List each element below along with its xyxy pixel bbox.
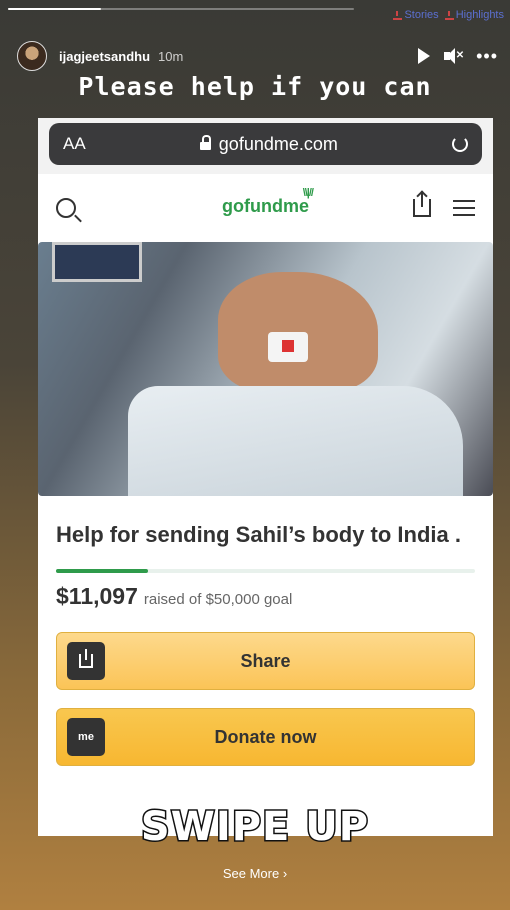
logo-spark-icon: \\|// (302, 187, 314, 199)
highlights-link[interactable]: Highlights (444, 9, 504, 21)
download-icon (444, 10, 454, 20)
text-size-button[interactable]: AA (63, 134, 86, 154)
share-icon[interactable] (413, 193, 431, 217)
story-caption: Please help if you can (78, 72, 432, 101)
story-header: ijagjeetsandhu 10m ✕ ••• (17, 40, 498, 72)
story-progress-fill (8, 8, 102, 10)
sheet-shape (128, 386, 463, 496)
goal-text: raised of $50,000 goal (143, 591, 293, 608)
goal-progress-fill (56, 569, 149, 573)
screenshot-card: AA gofundme.com gofundme \\|// Help for s… (38, 118, 493, 836)
header-actions: ✕ ••• (418, 47, 498, 65)
more-options-icon[interactable]: ••• (476, 47, 498, 65)
stories-link[interactable]: Stories (393, 9, 439, 21)
pad-shape (268, 332, 308, 362)
url-display[interactable]: gofundme.com (86, 134, 452, 155)
share-button-icon (67, 642, 105, 680)
share-button-label: Share (240, 650, 291, 671)
monitor-shape (52, 242, 142, 282)
download-icon (393, 10, 403, 20)
story-progress-bar (8, 8, 354, 10)
donate-button-label: Donate now (214, 726, 317, 747)
lock-icon (199, 135, 211, 150)
top-links: Stories Highlights (393, 9, 504, 21)
menu-icon[interactable] (453, 200, 475, 216)
swipe-up-sticker[interactable]: SWIPE UP (0, 803, 510, 852)
amount-row: $11,097 raised of $50,000 goal (56, 583, 475, 610)
campaign-photo (38, 242, 493, 496)
address-bar[interactable]: AA gofundme.com (49, 123, 482, 165)
search-icon[interactable] (56, 198, 76, 218)
mute-icon[interactable]: ✕ (444, 48, 464, 64)
avatar[interactable] (17, 41, 47, 71)
post-time: 10m (158, 48, 184, 64)
gofundme-logo[interactable]: gofundme \\|// (222, 187, 314, 217)
amount-raised: $11,097 (56, 583, 138, 609)
play-icon[interactable] (418, 48, 431, 64)
username[interactable]: ijagjeetsandhu (59, 49, 150, 64)
chevron-right-icon: › (282, 866, 288, 881)
gofundme-me-icon: me (67, 718, 105, 756)
see-more-link[interactable]: See More › (0, 866, 510, 881)
url-text: gofundme.com (218, 133, 338, 154)
browser-bar: AA gofundme.com (38, 118, 493, 174)
share-button[interactable]: Share (56, 632, 475, 690)
goal-progress-bar (56, 569, 475, 573)
campaign-section: Help for sending Sahil’s body to India .… (38, 496, 493, 766)
gofundme-nav: gofundme \\|// (38, 174, 493, 242)
campaign-title: Help for sending Sahil’s body to India . (56, 522, 461, 547)
donate-button[interactable]: me Donate now (56, 708, 475, 766)
reload-icon[interactable] (452, 136, 468, 152)
nav-right (413, 193, 475, 217)
